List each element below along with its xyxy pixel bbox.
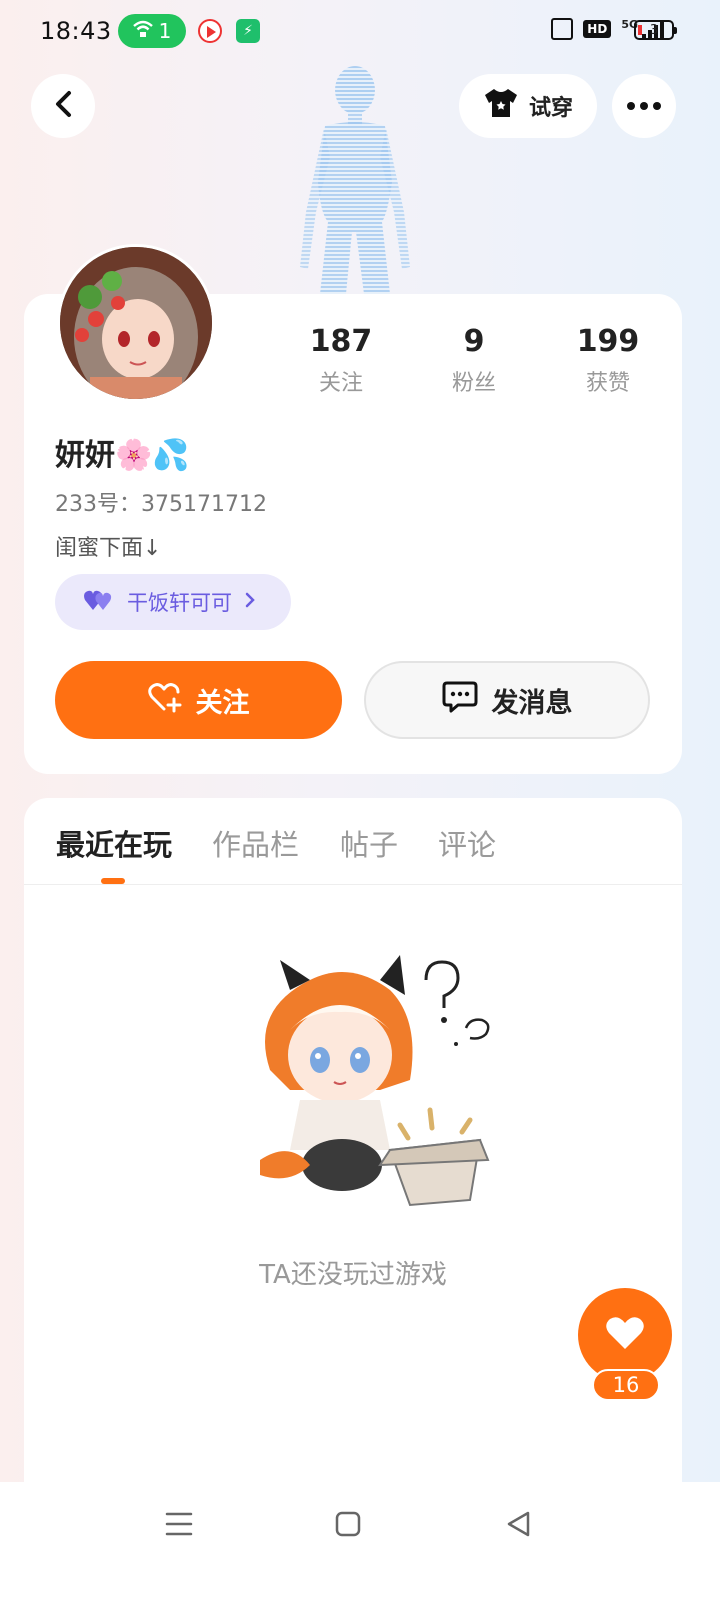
try-on-label: 试穿 [528, 96, 573, 121]
followers-stat[interactable]: 9 粉丝 [414, 324, 534, 397]
user-id[interactable]: 233号：375171712 [55, 486, 267, 518]
followers-label: 粉丝 [451, 371, 496, 396]
bio: 闺蜜下面↓ [55, 536, 162, 561]
chat-bubble-icon [442, 680, 478, 721]
tab-recently-played[interactable]: 最近在玩 [56, 822, 172, 864]
likes-count: 199 [576, 324, 640, 359]
back-button[interactable] [31, 74, 95, 138]
nickname: 妍妍🌸💦 [55, 438, 190, 473]
send-message-button[interactable]: 发消息 [364, 661, 650, 739]
message-label: 发消息 [491, 687, 573, 719]
following-label: 关注 [318, 371, 363, 396]
try-on-button[interactable]: 试穿 [459, 74, 597, 138]
back-nav-button[interactable] [498, 1508, 538, 1544]
triangle-back-icon [505, 1510, 531, 1542]
square-icon [335, 1511, 361, 1541]
battery-app-notification-icon: ⚡ [236, 19, 260, 43]
video-app-notification-icon [198, 19, 222, 43]
vibrate-icon [551, 18, 574, 40]
shirt-icon [483, 87, 519, 125]
following-count: 187 [309, 324, 373, 359]
more-icon [627, 102, 661, 110]
status-time: 18:43 [40, 17, 112, 45]
follow-label: 关注 [195, 687, 250, 719]
following-stat[interactable]: 187 关注 [281, 324, 401, 397]
heart-icon [605, 1315, 645, 1355]
tab-posts[interactable]: 帖子 [340, 822, 398, 864]
hd-icon: HD [583, 20, 612, 38]
more-options-button[interactable] [612, 74, 676, 138]
tab-comments[interactable]: 评论 [438, 822, 496, 864]
followers-count: 9 [463, 324, 485, 359]
likes-stat[interactable]: 199 获赞 [548, 324, 668, 397]
heart-plus-icon [147, 681, 184, 720]
tab-works[interactable]: 作品栏 [212, 822, 299, 864]
avatar[interactable] [57, 244, 215, 402]
wifi-hotspot-badge: 1 [118, 14, 186, 48]
follow-button[interactable]: 关注 [55, 661, 342, 739]
bestie-tag[interactable]: 干饭轩可可 [55, 574, 291, 630]
like-button[interactable] [578, 1288, 672, 1382]
wifi-icon [132, 19, 153, 43]
empty-state-illustration [230, 950, 510, 1220]
double-heart-icon [83, 588, 115, 617]
empty-state-text: TA还没玩过游戏 [259, 1260, 447, 1290]
battery-icon: 3 [634, 20, 677, 40]
bestie-name: 干饭轩可可 [127, 591, 232, 615]
battery-level: 3 [649, 23, 659, 38]
avatar-hologram[interactable] [290, 62, 420, 294]
chevron-right-icon [244, 590, 256, 614]
chevron-left-icon [54, 90, 72, 122]
likes-label: 获赞 [585, 371, 630, 396]
menu-nav-button[interactable] [159, 1508, 199, 1544]
wifi-count: 1 [158, 19, 172, 43]
tab-divider [24, 884, 682, 885]
menu-icon [165, 1511, 193, 1541]
home-nav-button[interactable] [328, 1508, 368, 1544]
like-count: 16 [592, 1369, 660, 1401]
